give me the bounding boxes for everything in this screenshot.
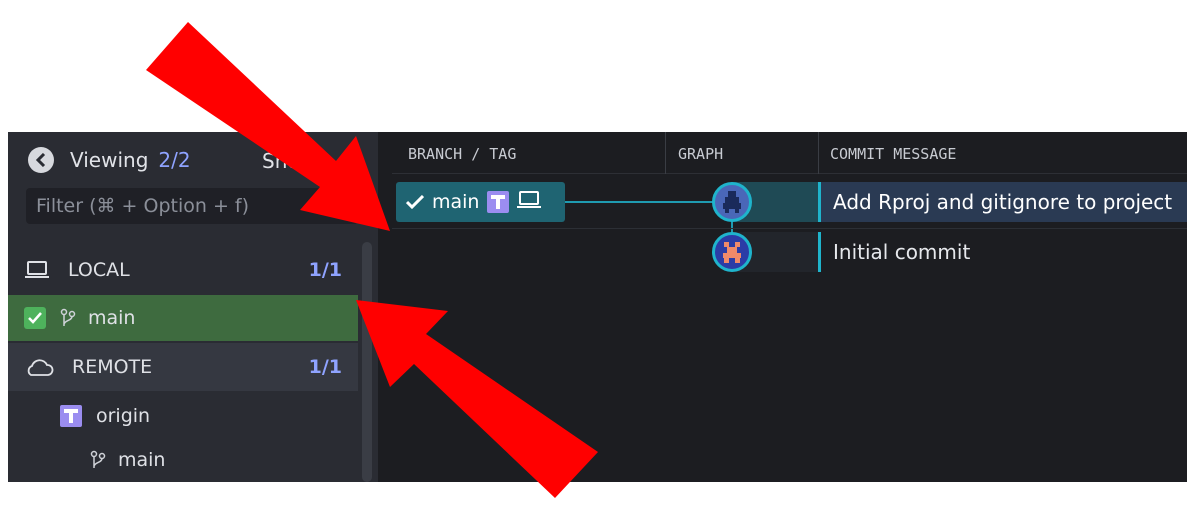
- gitea-icon: [487, 191, 510, 213]
- sidebar: Viewing 2/2 Sho Filter (⌘ + Option + f) …: [8, 132, 378, 482]
- branch-pill-label: main: [432, 191, 480, 213]
- column-branch-tag[interactable]: BRANCH / TAG: [408, 145, 516, 163]
- local-section[interactable]: LOCAL 1/1: [8, 246, 358, 294]
- sidebar-item-local-main[interactable]: main: [8, 295, 358, 341]
- chevron-left-icon[interactable]: [28, 147, 54, 173]
- gitea-icon: [60, 405, 82, 427]
- remote-label: REMOTE: [72, 356, 153, 378]
- column-graph[interactable]: GRAPH: [678, 145, 723, 163]
- git-client-window: Viewing 2/2 Sho Filter (⌘ + Option + f) …: [8, 132, 1187, 482]
- sidebar-item-origin[interactable]: origin: [8, 392, 358, 440]
- commit-message: Initial commit: [833, 240, 971, 264]
- branch-icon: [90, 450, 106, 470]
- local-branch-label: main: [88, 307, 136, 329]
- sidebar-item-remote-main[interactable]: main: [8, 436, 358, 482]
- commit-row[interactable]: Initial commit: [818, 232, 1187, 272]
- column-divider[interactable]: [665, 132, 666, 174]
- filter-input[interactable]: Filter (⌘ + Option + f): [26, 188, 358, 224]
- origin-label: origin: [96, 405, 151, 427]
- column-commit-message[interactable]: COMMIT MESSAGE: [830, 145, 956, 163]
- checkmark-icon: [406, 195, 424, 209]
- viewing-count: 2/2: [158, 148, 191, 172]
- commit-row[interactable]: Add Rproj and gitignore to project: [818, 182, 1187, 222]
- column-divider[interactable]: [818, 132, 819, 174]
- filter-placeholder: Filter (⌘ + Option + f): [36, 195, 250, 217]
- column-header: BRANCH / TAG GRAPH COMMIT MESSAGE: [392, 132, 1187, 174]
- remote-section[interactable]: REMOTE 1/1: [8, 343, 358, 391]
- checkbox-checked-icon[interactable]: [24, 307, 46, 329]
- commit-message: Add Rproj and gitignore to project: [833, 190, 1173, 214]
- remote-count: 1/1: [308, 356, 342, 378]
- branch-label-main[interactable]: main: [396, 182, 565, 222]
- row-divider: [392, 228, 1187, 229]
- graph-connector-line: [565, 201, 725, 203]
- remote-branch-label: main: [118, 449, 166, 471]
- search-icon: [328, 195, 350, 222]
- viewing-header: Viewing 2/2 Sho: [8, 132, 378, 188]
- local-label: LOCAL: [68, 259, 130, 281]
- sidebar-scrollbar[interactable]: [362, 242, 372, 482]
- local-count: 1/1: [308, 259, 342, 281]
- commit-avatar[interactable]: [712, 182, 752, 222]
- cloud-icon: [24, 357, 54, 377]
- show-button[interactable]: Sho: [262, 149, 300, 173]
- branch-icon: [60, 308, 76, 328]
- commit-graph-panel: BRANCH / TAG GRAPH COMMIT MESSAGE main A…: [392, 132, 1187, 482]
- laptop-icon: [24, 260, 50, 280]
- viewing-label: Viewing: [70, 148, 149, 172]
- laptop-icon: [517, 190, 542, 214]
- commit-avatar[interactable]: [712, 232, 752, 272]
